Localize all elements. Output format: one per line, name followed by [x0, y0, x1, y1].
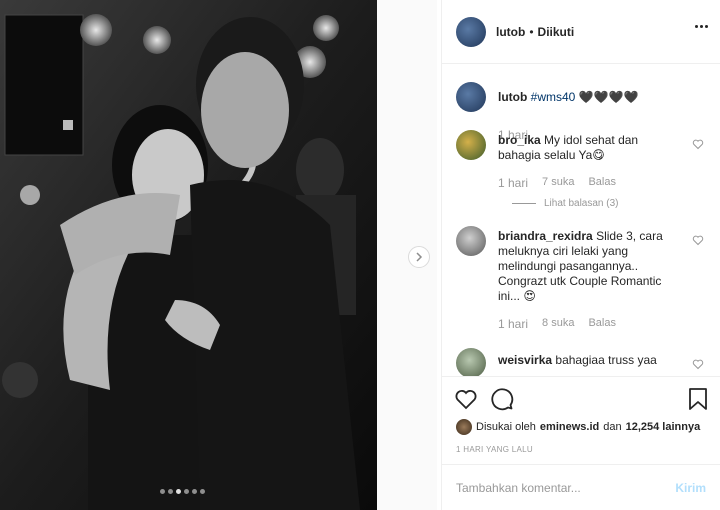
view-replies-label: Lihat balasan (3): [544, 198, 619, 209]
heart-icon[interactable]: [692, 358, 704, 370]
bookmark-icon[interactable]: [688, 387, 708, 411]
caption-hashtag[interactable]: #wms40: [531, 90, 576, 104]
next-slide-button[interactable]: [408, 246, 430, 268]
comment-likes[interactable]: 7 suka: [542, 176, 574, 190]
slide-dot: [168, 489, 173, 494]
slide-dot: [200, 489, 205, 494]
heart-icon[interactable]: [692, 138, 704, 150]
view-replies-button[interactable]: Lihat balasan (3): [512, 198, 619, 209]
post-photo-area: [0, 0, 437, 510]
comment-time[interactable]: 1 hari: [498, 317, 528, 331]
avatar[interactable]: [456, 419, 472, 435]
post-header: lutob • Diikuti: [442, 0, 720, 64]
add-comment-bar: Kirim: [442, 464, 720, 510]
avatar[interactable]: [456, 348, 486, 376]
liked-by-and: dan: [603, 421, 622, 433]
comment-item: bro_ika My idol sehat dan bahagia selalu…: [456, 130, 706, 210]
avatar[interactable]: [456, 226, 486, 256]
post-photo: [0, 0, 377, 510]
comment-likes[interactable]: 8 suka: [542, 317, 574, 331]
liked-by-user[interactable]: eminews.id: [540, 421, 599, 433]
header-username[interactable]: lutob: [496, 25, 525, 39]
comments-list[interactable]: lutob #wms40 🖤🖤🖤🖤 1 hari bro_ika My idol…: [442, 64, 720, 376]
slide-dot: [160, 489, 165, 494]
slide-dot-active: [176, 489, 181, 494]
post-comment-button[interactable]: Kirim: [675, 481, 706, 495]
avatar[interactable]: [456, 16, 486, 47]
caption-emoji: 🖤🖤🖤🖤: [578, 90, 639, 104]
follow-status[interactable]: Diikuti: [538, 25, 575, 39]
avatar[interactable]: [456, 82, 486, 112]
comment-text: bahagiaa truss yaa: [555, 353, 657, 367]
avatar[interactable]: [456, 130, 486, 160]
heart-icon[interactable]: [692, 234, 704, 246]
reply-button[interactable]: Balas: [588, 176, 616, 190]
slide-dot: [184, 489, 189, 494]
ellipsis-icon[interactable]: [695, 25, 708, 28]
liked-by-count[interactable]: 12,254 lainnya: [626, 421, 701, 433]
comment-icon[interactable]: [490, 387, 514, 411]
liked-by-prefix: Disukai oleh: [476, 421, 536, 433]
comment-input[interactable]: [456, 480, 676, 495]
liked-by: Disukai oleh eminews.id dan 12,254 lainn…: [456, 419, 700, 435]
reply-button[interactable]: Balas: [588, 317, 616, 331]
header-separator: •: [529, 24, 534, 39]
slide-dot: [192, 489, 197, 494]
comment-username[interactable]: bro_ika: [498, 133, 541, 147]
post-timestamp[interactable]: 1 HARI YANG LALU: [456, 445, 533, 454]
caption-username[interactable]: lutob: [498, 90, 527, 104]
slide-indicator: [160, 489, 205, 494]
chevron-right-icon: [416, 252, 423, 262]
comment-item: weisvirka bahagiaa truss yaa: [456, 348, 706, 376]
comment-username[interactable]: briandra_rexidra: [498, 229, 593, 243]
comment-item: briandra_rexidra Slide 3, cara meluknya …: [456, 226, 706, 336]
replies-divider: [512, 203, 536, 204]
comment-username[interactable]: weisvirka: [498, 353, 552, 367]
comment-time[interactable]: 1 hari: [498, 176, 528, 190]
heart-icon[interactable]: [454, 387, 478, 411]
post-side-panel: lutob • Diikuti lutob #wms40 🖤🖤🖤🖤 1 hari…: [441, 0, 720, 510]
